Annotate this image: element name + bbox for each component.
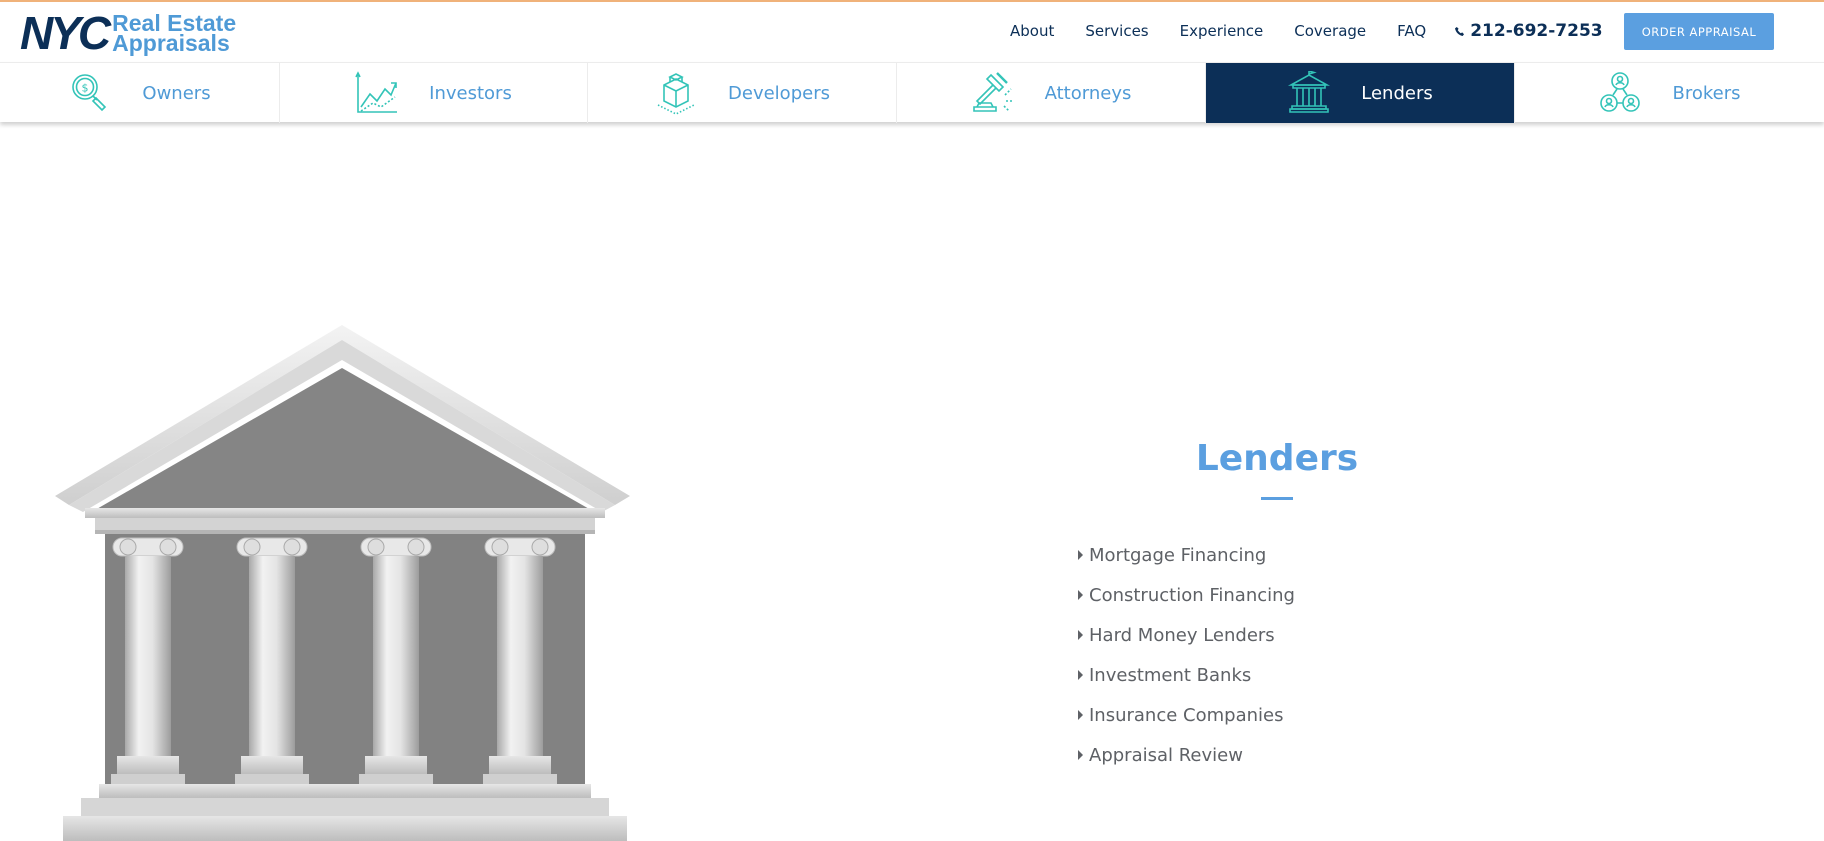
tab-brokers[interactable]: Brokers (1515, 63, 1824, 123)
caret-right-icon (1078, 710, 1083, 720)
tab-lenders[interactable]: Lenders (1206, 63, 1515, 123)
list-item: Mortgage Financing (1078, 535, 1295, 575)
phone-icon (1455, 26, 1465, 36)
list-item-label: Construction Financing (1089, 584, 1295, 606)
nav-about[interactable]: About (1010, 22, 1054, 40)
caret-right-icon (1078, 670, 1083, 680)
bank-building-illustration (55, 320, 635, 841)
site-logo[interactable]: NYC Real Estate Appraisals (20, 7, 236, 59)
caret-right-icon (1078, 630, 1083, 640)
magnifier-dollar-icon: $ (68, 71, 112, 115)
list-item-label: Hard Money Lenders (1089, 624, 1275, 646)
gavel-icon (971, 71, 1015, 115)
category-tabs: $ Owners Investors Developers Attorneys … (0, 62, 1824, 123)
list-item: Appraisal Review (1078, 735, 1295, 775)
nav-faq[interactable]: FAQ (1397, 22, 1426, 40)
tab-label-owners: Owners (142, 82, 211, 104)
list-item-label: Mortgage Financing (1089, 544, 1267, 566)
tab-developers[interactable]: Developers (588, 63, 897, 123)
tab-label-brokers: Brokers (1672, 82, 1741, 104)
nav-coverage[interactable]: Coverage (1294, 22, 1366, 40)
caret-right-icon (1078, 750, 1083, 760)
list-item-label: Investment Banks (1089, 664, 1252, 686)
nav-experience[interactable]: Experience (1180, 22, 1264, 40)
list-item: Hard Money Lenders (1078, 615, 1295, 655)
order-appraisal-button[interactable]: ORDER APPRAISAL (1624, 13, 1774, 50)
phone-link[interactable]: 212-692-7253 (1455, 21, 1603, 41)
list-item: Insurance Companies (1078, 695, 1295, 735)
cube-icon (654, 71, 698, 115)
svg-text:$: $ (82, 82, 89, 95)
main-nav: About Services Experience Coverage FAQ 2… (1010, 2, 1603, 60)
tab-investors[interactable]: Investors (280, 63, 588, 123)
nav-services[interactable]: Services (1085, 22, 1148, 40)
tab-label-lenders: Lenders (1361, 82, 1433, 104)
site-header: NYC Real Estate Appraisals About Service… (0, 2, 1824, 62)
list-item-label: Appraisal Review (1089, 744, 1243, 766)
people-network-icon (1598, 71, 1642, 115)
list-item-label: Insurance Companies (1089, 704, 1284, 726)
tab-owners[interactable]: $ Owners (0, 63, 280, 123)
logo-nyc: NYC (20, 7, 111, 59)
list-item: Investment Banks (1078, 655, 1295, 695)
logo-line-2: Appraisals (112, 30, 230, 56)
phone-number: 212-692-7253 (1470, 21, 1603, 41)
lender-services-list: Mortgage Financing Construction Financin… (1078, 535, 1295, 775)
title-underline (1261, 497, 1293, 500)
logo-subtitle: Real Estate Appraisals (112, 12, 236, 56)
caret-right-icon (1078, 550, 1083, 560)
tab-label-developers: Developers (728, 82, 830, 104)
list-item: Construction Financing (1078, 575, 1295, 615)
bank-icon (1287, 71, 1331, 115)
tab-label-attorneys: Attorneys (1044, 82, 1132, 104)
tab-attorneys[interactable]: Attorneys (897, 63, 1206, 123)
growth-chart-icon (355, 71, 399, 115)
caret-right-icon (1078, 590, 1083, 600)
tab-label-investors: Investors (429, 82, 512, 104)
section-title: Lenders (1195, 438, 1359, 479)
